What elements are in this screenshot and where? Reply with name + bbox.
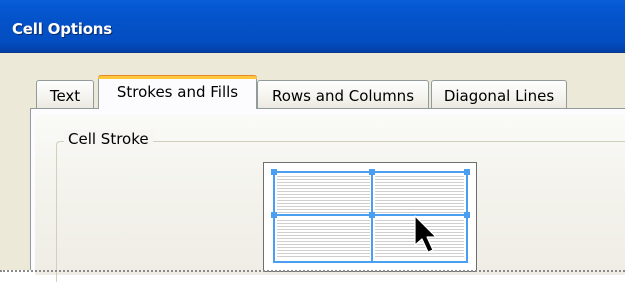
cropped-edge bbox=[0, 270, 625, 272]
handle-center bbox=[369, 212, 375, 218]
tab-rows-and-columns-label: Rows and Columns bbox=[271, 87, 415, 105]
handle-top-left bbox=[271, 169, 277, 175]
tab-strokes-and-fills[interactable]: Strokes and Fills bbox=[98, 75, 257, 109]
tab-strokes-and-fills-label: Strokes and Fills bbox=[116, 83, 239, 101]
title-bar[interactable]: Cell Options bbox=[0, 0, 625, 53]
tab-diagonal-lines-label: Diagonal Lines bbox=[443, 87, 555, 105]
dialog-title: Cell Options bbox=[12, 20, 112, 38]
tab-text-label: Text bbox=[49, 87, 81, 105]
proxy-stroke-lines bbox=[271, 169, 470, 263]
handle-middle-left bbox=[271, 212, 277, 218]
cell-stroke-group-label: Cell Stroke bbox=[64, 130, 153, 148]
handle-top-middle bbox=[369, 169, 375, 175]
tab-rows-and-columns[interactable]: Rows and Columns bbox=[257, 80, 429, 108]
handle-top-right bbox=[464, 169, 470, 175]
tab-text[interactable]: Text bbox=[36, 80, 94, 108]
cell-stroke-proxy[interactable] bbox=[263, 162, 477, 272]
handle-middle-right bbox=[464, 212, 470, 218]
tab-diagonal-lines[interactable]: Diagonal Lines bbox=[431, 80, 567, 108]
